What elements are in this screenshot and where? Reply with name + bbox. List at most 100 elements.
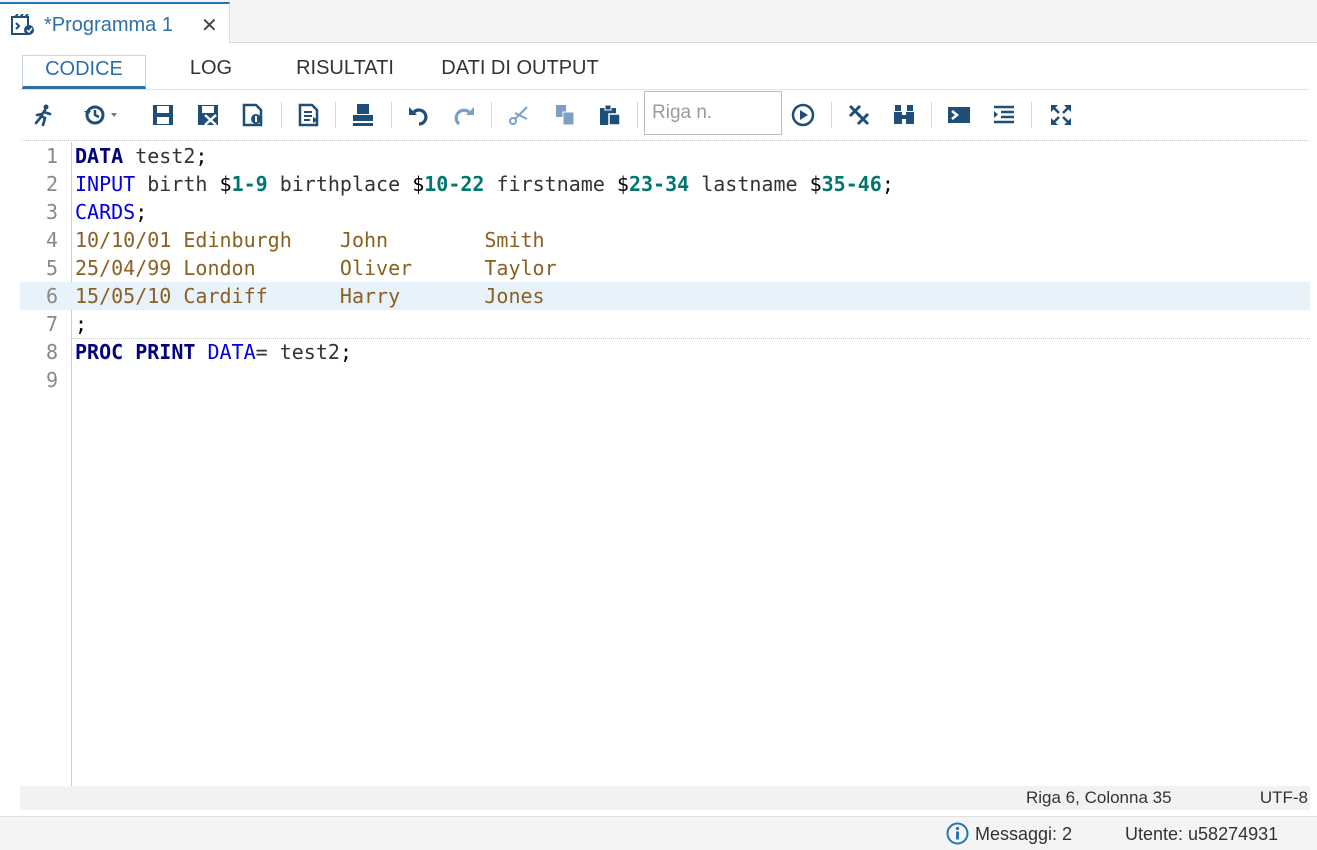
go-icon[interactable] <box>790 102 816 128</box>
code-token: lastname <box>689 172 810 196</box>
code-token: ; <box>339 340 352 364</box>
code-line[interactable]: 7; <box>20 310 1310 338</box>
print-icon[interactable] <box>350 102 376 128</box>
format-icon[interactable] <box>991 102 1017 128</box>
user-label: Utente: u58274931 <box>1125 824 1279 844</box>
code-token: test2 <box>123 144 196 168</box>
code-token: $ <box>616 172 629 196</box>
code-token: 25/04/99 London Oliver Taylor <box>75 256 557 280</box>
code-token: birth <box>135 172 220 196</box>
tab-codice[interactable]: CODICE <box>22 55 146 89</box>
code-text: DATA test2; <box>75 142 207 170</box>
line-number: 8 <box>45 340 58 364</box>
line-number: 4 <box>45 228 58 252</box>
file-tab-strip: *Programma 1 ✕ <box>0 0 1317 43</box>
close-tab-icon[interactable]: ✕ <box>201 13 218 38</box>
run-icon[interactable] <box>31 102 57 128</box>
toolbar-separator <box>637 102 638 128</box>
tab-log[interactable]: LOG <box>170 55 252 89</box>
code-token: $ <box>809 172 822 196</box>
encoding-label: UTF-8 <box>1259 788 1308 807</box>
maximize-icon[interactable] <box>1048 102 1074 128</box>
line-number: 1 <box>45 144 58 168</box>
code-line[interactable]: 4 10/10/01 Edinburgh John Smith <box>20 226 1310 254</box>
app-status-bar: Messaggi: 2 Utente: u58274931 <box>0 816 1317 850</box>
code-text: 15/05/10 Cardiff Harry Jones <box>75 282 545 310</box>
file-tab-title: *Programma 1 <box>44 14 173 36</box>
cut-icon[interactable] <box>506 102 532 128</box>
line-number: 7 <box>45 312 58 336</box>
code-text: ; <box>75 310 87 338</box>
save-icon[interactable] <box>150 102 176 128</box>
line-number: 6 <box>45 284 58 308</box>
tab-dati-di-output[interactable]: DATI DI OUTPUT <box>430 55 610 89</box>
find-icon[interactable] <box>891 102 917 128</box>
line-number: 2 <box>45 172 58 196</box>
code-token: $ <box>219 172 232 196</box>
code-token: 10-22 <box>424 172 485 196</box>
save-all-icon[interactable] <box>240 102 266 128</box>
code-token: 1-9 <box>231 172 268 196</box>
toolbar-separator <box>1031 102 1032 128</box>
code-token: 23-34 <box>628 172 690 196</box>
toolbar-separator <box>335 102 336 128</box>
clear-icon[interactable] <box>846 102 872 128</box>
history-icon[interactable] <box>82 102 124 128</box>
code-token: $ <box>412 172 425 196</box>
program-file-icon <box>11 13 35 36</box>
code-token: birthplace <box>267 172 413 196</box>
redo-icon[interactable] <box>451 102 477 128</box>
info-icon[interactable] <box>946 822 969 845</box>
code-token: = test2 <box>255 340 340 364</box>
code-token: firstname <box>484 172 617 196</box>
code-text: CARDS; <box>75 198 147 226</box>
tab-risultati[interactable]: RISULTATI <box>285 55 405 89</box>
line-divider <box>72 338 1310 339</box>
code-token: PROC PRINT <box>75 340 196 364</box>
editor-status-bar: Riga 6, Colonna 35 UTF-8 <box>20 786 1310 810</box>
undo-icon[interactable] <box>406 102 432 128</box>
code-editor[interactable]: 1 DATA test2; 2 INPUT birth $1-9 birthplace… <box>20 142 1310 786</box>
code-token: DATA <box>75 144 124 168</box>
submit-icon[interactable] <box>946 102 972 128</box>
line-number: 3 <box>45 200 58 224</box>
code-line[interactable]: 9 <box>20 366 1310 394</box>
paste-icon[interactable] <box>597 102 623 128</box>
toolbar-divider <box>22 140 1309 141</box>
code-text: 25/04/99 London Oliver Taylor <box>75 254 557 282</box>
code-token: 35-46 <box>821 172 882 196</box>
code-token: ; <box>195 144 208 168</box>
code-token: 15/05/10 Cardiff Harry Jones <box>75 284 545 308</box>
code-line[interactable]: 6 15/05/10 Cardiff Harry Jones <box>20 282 1310 310</box>
code-line[interactable]: 1 DATA test2; <box>20 142 1310 170</box>
goto-line-input[interactable] <box>644 91 782 135</box>
code-token: CARDS <box>75 200 136 224</box>
code-token: ; <box>881 172 894 196</box>
line-number: 5 <box>45 256 58 280</box>
code-text: PROC PRINT DATA= test2; <box>75 338 352 366</box>
editor-toolbar <box>0 90 1317 141</box>
toolbar-separator <box>281 102 282 128</box>
code-line[interactable]: 8 PROC PRINT DATA= test2; <box>20 338 1310 366</box>
cursor-position: Riga 6, Colonna 35 <box>1026 788 1172 807</box>
line-number: 9 <box>45 368 58 392</box>
code-text: INPUT birth $1-9 birthplace $10-22 first… <box>75 170 894 198</box>
toolbar-separator <box>831 102 832 128</box>
toolbar-separator <box>931 102 932 128</box>
code-token: INPUT <box>75 172 136 196</box>
code-line[interactable]: 2 INPUT birth $1-9 birthplace $10-22 firs… <box>20 170 1310 198</box>
messages-count[interactable]: Messaggi: 2 <box>975 824 1072 845</box>
code-token: ; <box>75 312 88 336</box>
log-icon[interactable] <box>296 102 322 128</box>
code-token: 10/10/01 Edinburgh John Smith <box>75 228 545 252</box>
file-tab-programma[interactable]: *Programma 1 ✕ <box>0 2 230 43</box>
code-token: DATA <box>207 340 256 364</box>
toolbar-separator <box>491 102 492 128</box>
save-as-icon[interactable] <box>195 102 221 128</box>
code-line[interactable]: 5 25/04/99 London Oliver Taylor <box>20 254 1310 282</box>
toolbar-separator <box>391 102 392 128</box>
copy-icon[interactable] <box>552 102 578 128</box>
code-line[interactable]: 3 CARDS; <box>20 198 1310 226</box>
code-text: 10/10/01 Edinburgh John Smith <box>75 226 545 254</box>
